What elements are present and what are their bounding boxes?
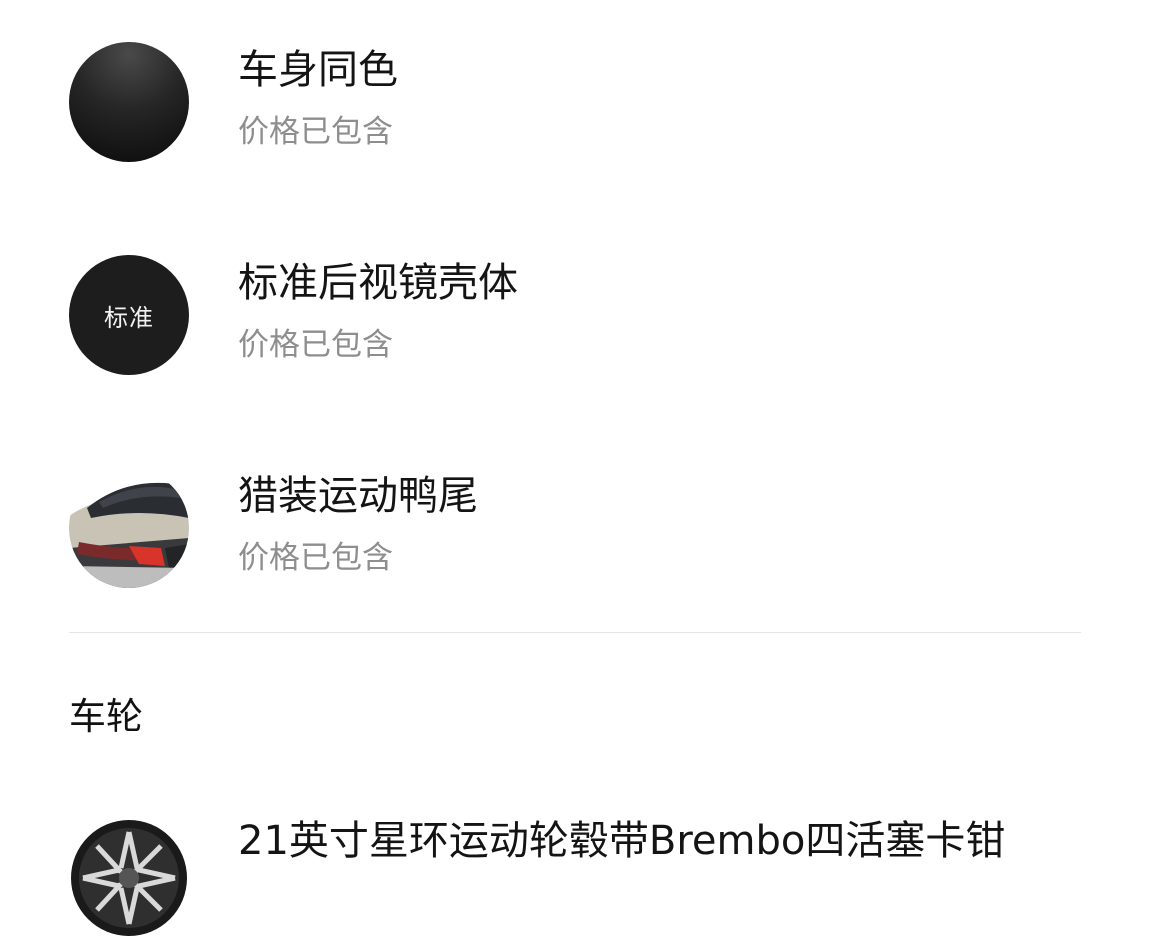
glossy-black-swatch-icon (69, 42, 189, 162)
option-rear-spoiler[interactable]: 猎装运动鸭尾 价格已包含 (0, 468, 1152, 598)
option-price-note: 价格已包含 (238, 327, 393, 363)
option-title: 猎装运动鸭尾 (238, 473, 478, 519)
section-divider (69, 632, 1081, 633)
car-rear-image (69, 468, 189, 588)
option-title: 车身同色 (238, 47, 398, 93)
option-price-note: 价格已包含 (238, 540, 393, 576)
option-price-note: 价格已包含 (238, 114, 393, 150)
option-body-color[interactable]: 车身同色 价格已包含 (0, 42, 1152, 172)
option-title: 标准后视镜壳体 (238, 260, 518, 306)
wheel-rim-icon (69, 818, 189, 938)
option-mirror-cover[interactable]: 标准 标准后视镜壳体 价格已包含 (0, 255, 1152, 385)
option-title: 21英寸星环运动轮毂带Brembo四活塞卡钳 (238, 818, 1006, 864)
option-wheel[interactable]: 21英寸星环运动轮毂带Brembo四活塞卡钳 (0, 815, 1152, 938)
section-title-wheels: 车轮 (69, 695, 143, 738)
swatch-label: 标准 (104, 303, 154, 332)
standard-swatch-icon: 标准 (69, 255, 189, 375)
